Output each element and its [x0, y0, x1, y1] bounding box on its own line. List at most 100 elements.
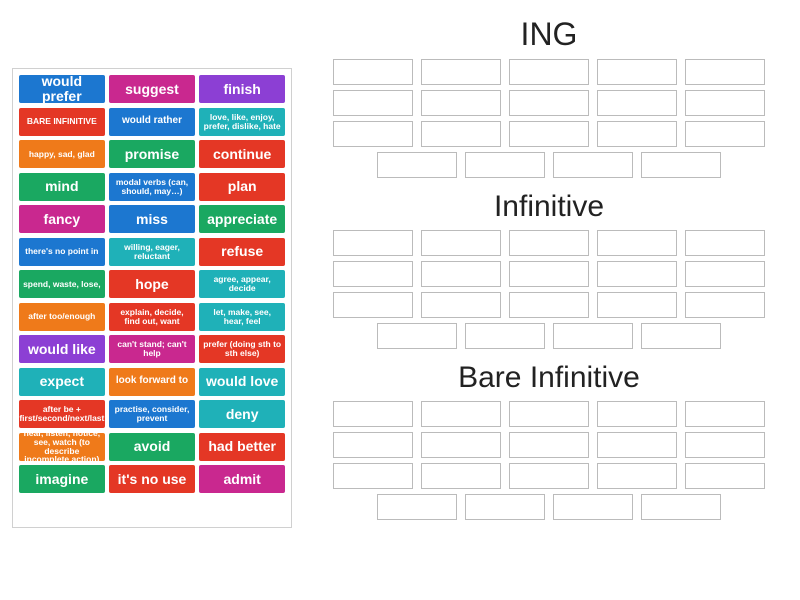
drop-slot[interactable] — [509, 261, 589, 287]
card[interactable]: admit — [199, 465, 285, 493]
card[interactable]: plan — [199, 173, 285, 201]
card[interactable]: deny — [199, 400, 285, 428]
drop-slot[interactable] — [421, 401, 501, 427]
drop-slot[interactable] — [509, 463, 589, 489]
card-palette: would prefersuggestfinish BARE INFINITIVE… — [12, 68, 292, 528]
card[interactable]: love, like, enjoy, prefer, dislike, hate — [199, 108, 285, 136]
drop-slot[interactable] — [509, 90, 589, 116]
drop-slot[interactable] — [685, 463, 765, 489]
drop-slot[interactable] — [377, 494, 457, 520]
drop-slot[interactable] — [465, 152, 545, 178]
card[interactable]: can't stand; can't help — [109, 335, 195, 363]
drop-slot[interactable] — [421, 90, 501, 116]
drop-slot[interactable] — [597, 463, 677, 489]
drop-slot[interactable] — [685, 401, 765, 427]
card[interactable]: would prefer — [19, 75, 105, 103]
drop-slot[interactable] — [333, 90, 413, 116]
drop-slot[interactable] — [597, 59, 677, 85]
drop-slot[interactable] — [597, 401, 677, 427]
drop-slot[interactable] — [421, 121, 501, 147]
card[interactable]: BARE INFINITIVE — [19, 108, 105, 136]
drop-slot[interactable] — [333, 230, 413, 256]
drop-slot[interactable] — [333, 292, 413, 318]
card[interactable]: look forward to — [109, 368, 195, 396]
drop-slot[interactable] — [509, 401, 589, 427]
card[interactable]: after be + first/second/next/last — [19, 400, 105, 428]
card[interactable]: hope — [109, 270, 195, 298]
card[interactable]: fancy — [19, 205, 105, 233]
drop-slot[interactable] — [685, 90, 765, 116]
drop-slot[interactable] — [597, 292, 677, 318]
drop-slot[interactable] — [509, 432, 589, 458]
card[interactable]: let, make, see, hear, feel — [199, 303, 285, 331]
card[interactable]: had better — [199, 433, 285, 461]
drop-slot[interactable] — [685, 292, 765, 318]
drop-slot[interactable] — [509, 59, 589, 85]
drop-slot[interactable] — [421, 59, 501, 85]
drop-slot[interactable] — [333, 121, 413, 147]
drop-slot[interactable] — [553, 152, 633, 178]
drop-slot[interactable] — [597, 90, 677, 116]
drop-slot[interactable] — [377, 152, 457, 178]
drop-slot[interactable] — [597, 121, 677, 147]
drop-slot[interactable] — [685, 432, 765, 458]
card[interactable]: continue — [199, 140, 285, 168]
drop-slot[interactable] — [333, 463, 413, 489]
drop-slot[interactable] — [597, 261, 677, 287]
card[interactable]: miss — [109, 205, 195, 233]
card[interactable]: happy, sad, glad — [19, 140, 105, 168]
card[interactable]: mind — [19, 173, 105, 201]
card[interactable]: avoid — [109, 433, 195, 461]
card[interactable]: expect — [19, 368, 105, 396]
drop-slot[interactable] — [685, 121, 765, 147]
card[interactable]: willing, eager, reluctant — [109, 238, 195, 266]
drop-slot[interactable] — [421, 230, 501, 256]
drop-slot[interactable] — [333, 59, 413, 85]
drop-slot[interactable] — [333, 261, 413, 287]
drop-slot[interactable] — [597, 432, 677, 458]
card[interactable]: after too/enough — [19, 303, 105, 331]
drop-slot[interactable] — [685, 230, 765, 256]
card[interactable]: refuse — [199, 238, 285, 266]
card[interactable]: would love — [199, 368, 285, 396]
drop-slot[interactable] — [333, 432, 413, 458]
drop-slot[interactable] — [421, 261, 501, 287]
drop-slot[interactable] — [641, 494, 721, 520]
card[interactable]: appreciate — [199, 205, 285, 233]
drop-slot[interactable] — [553, 494, 633, 520]
card[interactable]: prefer (doing sth to sth else) — [199, 335, 285, 363]
drop-slot[interactable] — [597, 230, 677, 256]
drop-slot[interactable] — [509, 121, 589, 147]
drop-slot[interactable] — [421, 292, 501, 318]
card[interactable]: there's no point in — [19, 238, 105, 266]
card[interactable]: hear, listen, notice, see, watch (to des… — [19, 433, 105, 461]
card[interactable]: promise — [109, 140, 195, 168]
drop-slot[interactable] — [641, 152, 721, 178]
slot-row — [310, 90, 788, 116]
card[interactable]: finish — [199, 75, 285, 103]
card[interactable]: practise, consider, prevent — [109, 400, 195, 428]
drop-slot[interactable] — [553, 323, 633, 349]
drop-slot[interactable] — [333, 401, 413, 427]
drop-slot[interactable] — [641, 323, 721, 349]
drop-slot[interactable] — [421, 463, 501, 489]
palette-grid: would prefersuggestfinish BARE INFINITIVE… — [19, 75, 285, 493]
card[interactable]: modal verbs (can, should, may…) — [109, 173, 195, 201]
card[interactable]: suggest — [109, 75, 195, 103]
drop-slot[interactable] — [465, 323, 545, 349]
drop-slot[interactable] — [509, 292, 589, 318]
drop-slot[interactable] — [377, 323, 457, 349]
card[interactable]: spend, waste, lose, — [19, 270, 105, 298]
drop-slot[interactable] — [421, 432, 501, 458]
drop-slot[interactable] — [465, 494, 545, 520]
card[interactable]: it's no use — [109, 465, 195, 493]
card[interactable]: would like — [19, 335, 105, 363]
slot-row — [310, 121, 788, 147]
drop-slot[interactable] — [685, 261, 765, 287]
drop-slot[interactable] — [685, 59, 765, 85]
card[interactable]: explain, decide, find out, want — [109, 303, 195, 331]
card[interactable]: would rather — [109, 108, 195, 136]
card[interactable]: imagine — [19, 465, 105, 493]
card[interactable]: agree, appear, decide — [199, 270, 285, 298]
drop-slot[interactable] — [509, 230, 589, 256]
